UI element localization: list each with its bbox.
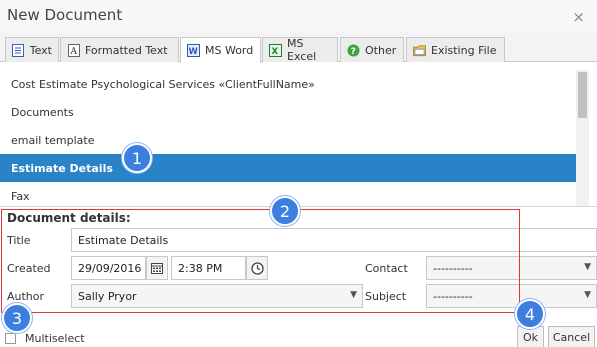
text-doc-icon [12, 43, 25, 57]
tab-label: Existing File [431, 43, 497, 57]
tab-ms-word[interactable]: W MS Word [180, 37, 261, 63]
scrollbar-thumb[interactable] [578, 72, 587, 118]
cancel-button[interactable]: Cancel [548, 326, 595, 347]
multiselect-checkbox[interactable] [5, 333, 16, 344]
tab-label: Other [365, 43, 397, 57]
chevron-down-icon: ▼ [350, 290, 357, 300]
svg-text:W: W [189, 47, 199, 57]
word-icon: W [187, 44, 200, 57]
annotation-badge: 3 [2, 303, 32, 333]
tab-formatted-text[interactable]: A Formatted Text [60, 37, 179, 62]
annotation-badge: 2 [270, 196, 300, 226]
tab-label: Formatted Text [85, 43, 168, 57]
calendar-icon[interactable] [146, 256, 168, 280]
tab-other[interactable]: ? Other [340, 37, 404, 62]
list-item[interactable]: Cost Estimate Psychological Services «Cl… [0, 70, 576, 98]
clock-icon[interactable] [246, 256, 268, 280]
created-date-input[interactable]: 29/09/2016 [71, 256, 146, 280]
multiselect-label: Multiselect [25, 332, 85, 345]
contact-select[interactable]: ---------- ▼ [426, 256, 597, 280]
help-icon: ? [347, 44, 360, 57]
author-select[interactable]: Sally Pryor ▼ [71, 284, 363, 308]
tab-text[interactable]: Text [5, 37, 59, 62]
ok-button[interactable]: Ok [517, 326, 544, 347]
subject-label: Subject [365, 290, 407, 303]
formatted-text-icon: A [67, 43, 80, 57]
svg-text:X: X [272, 47, 279, 57]
title-label: Title [7, 234, 31, 247]
tab-existing-file[interactable]: Existing File [406, 37, 505, 62]
author-label: Author [7, 290, 45, 303]
chevron-down-icon: ▼ [584, 262, 591, 272]
annotation-badge: 4 [515, 299, 545, 329]
list-item-selected[interactable]: Estimate Details [0, 154, 576, 182]
list-item[interactable]: email template [0, 126, 576, 154]
folder-icon [413, 44, 426, 57]
document-type-tabs: Text A Formatted Text W MS Word X MS Exc… [0, 32, 597, 63]
template-list: Cost Estimate Psychological Services «Cl… [0, 70, 589, 206]
svg-text:A: A [69, 47, 77, 57]
close-icon[interactable]: × [572, 8, 585, 26]
created-time-input[interactable]: 2:38 PM [171, 256, 246, 280]
created-label: Created [7, 262, 51, 275]
tab-label: Text [29, 43, 52, 57]
annotation-badge: 1 [122, 143, 152, 173]
dialog-titlebar: New Document × [0, 0, 597, 32]
excel-icon: X [269, 43, 282, 57]
tab-ms-excel[interactable]: X MS Excel [262, 37, 338, 63]
svg-text:?: ? [351, 47, 356, 57]
title-input[interactable]: Estimate Details [71, 228, 597, 252]
multiselect-option[interactable]: Multiselect [5, 332, 85, 345]
subject-select[interactable]: ---------- ▼ [426, 284, 597, 308]
tab-label: MS Excel [287, 37, 317, 63]
list-item[interactable]: Documents [0, 98, 576, 126]
tab-label: MS Word [205, 44, 254, 57]
document-details-heading: Document details: [7, 211, 131, 225]
dialog-title: New Document [7, 6, 123, 24]
contact-label: Contact [365, 262, 408, 275]
chevron-down-icon: ▼ [584, 290, 591, 300]
